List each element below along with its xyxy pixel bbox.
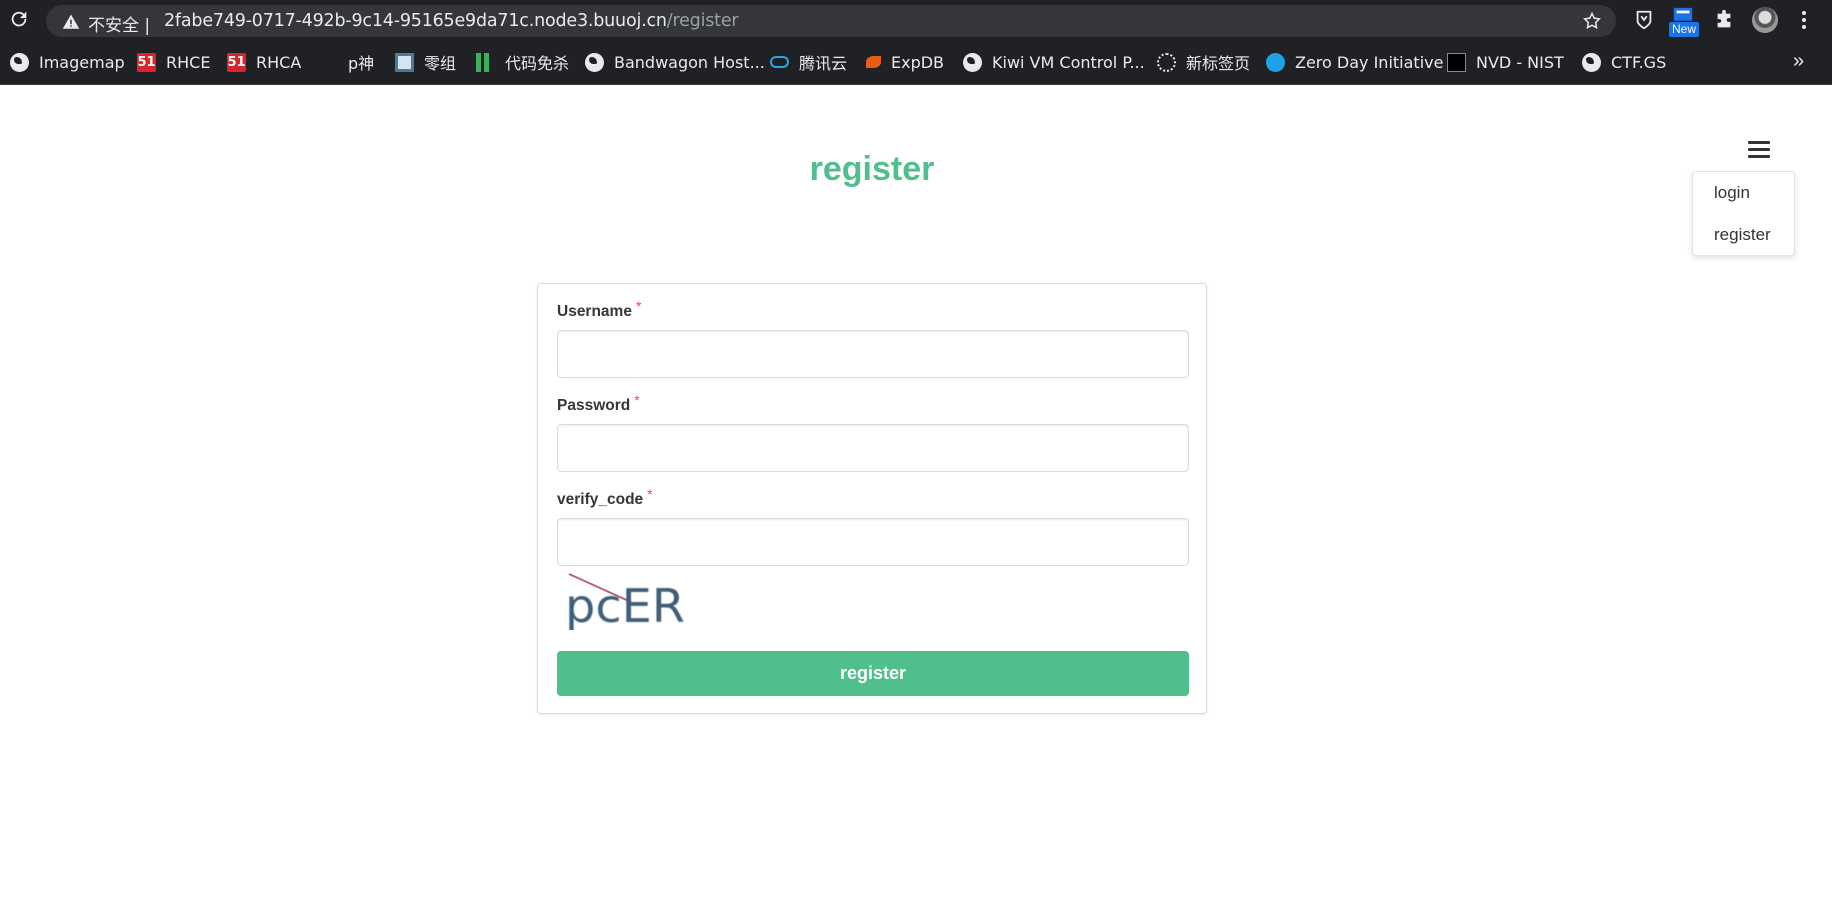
bookmark-rhce[interactable]: 51 RHCE	[137, 52, 210, 72]
required-mark: *	[647, 486, 653, 502]
captcha-text: pcER	[565, 579, 685, 630]
required-mark: *	[635, 298, 642, 314]
51cto-icon: 51	[227, 52, 246, 72]
bookmark-zdi[interactable]: Zero Day Initiative	[1266, 52, 1443, 72]
url-text: 2fabe749-0717-492b-9c14-95165e9da71c.nod…	[164, 11, 739, 31]
required-mark: *	[634, 392, 640, 408]
password-label: Password *	[557, 392, 640, 414]
blank-icon	[319, 53, 338, 72]
password-input[interactable]	[557, 424, 1189, 472]
verify-code-input[interactable]	[557, 518, 1189, 566]
globe-icon	[963, 52, 982, 72]
bookmark-star-icon[interactable]	[1582, 11, 1602, 31]
bookmark-lingzu[interactable]: 零组	[395, 52, 456, 73]
nvd-icon	[1447, 52, 1466, 72]
browser-toolbar: 不安全 | 2fabe749-0717-492b-9c14-95165e9da7…	[0, 0, 1832, 38]
shield-extension-icon[interactable]	[1633, 9, 1655, 31]
51cto-icon: 51	[137, 52, 156, 72]
zdi-icon	[1266, 52, 1285, 72]
address-bar[interactable]: 不安全 | 2fabe749-0717-492b-9c14-95165e9da7…	[46, 5, 1616, 37]
username-input[interactable]	[557, 330, 1189, 378]
expdb-icon	[866, 56, 881, 68]
security-status: 不安全 |	[88, 16, 151, 36]
bookmark-expdb[interactable]: ExpDB	[866, 52, 944, 72]
bookmark-bandwagon[interactable]: Bandwagon Host...	[585, 52, 765, 72]
more-bookmarks-icon[interactable]: »	[1793, 50, 1804, 73]
register-form: Username * Password * verify_code * pcER re…	[537, 283, 1207, 714]
captcha-image: pcER	[565, 573, 685, 630]
green-bars-icon	[476, 52, 495, 72]
browser-menu-icon[interactable]	[1800, 9, 1808, 31]
bookmark-rhca[interactable]: 51 RHCA	[227, 52, 301, 72]
bookmark-daima[interactable]: 代码免杀	[476, 52, 569, 73]
globe-icon	[10, 52, 29, 72]
hamburger-menu-icon[interactable]	[1748, 141, 1770, 159]
register-button[interactable]: register	[557, 651, 1189, 696]
globe-icon	[585, 52, 604, 72]
page-title: register	[809, 150, 935, 188]
bookmark-tencent-cloud[interactable]: 腾讯云	[770, 52, 847, 73]
bookmark-imagemap[interactable]: Imagemap	[10, 52, 125, 72]
menu-item-login[interactable]: login	[1714, 183, 1750, 203]
reload-icon[interactable]	[8, 8, 30, 30]
bookmark-ctf-gs[interactable]: CTF.GS	[1582, 52, 1666, 72]
bookmark-p-shen[interactable]: p神	[319, 52, 374, 73]
profile-avatar[interactable]	[1752, 7, 1778, 33]
tencent-cloud-icon	[770, 56, 789, 68]
lingzu-icon	[395, 52, 414, 72]
menu-item-register[interactable]: register	[1714, 225, 1771, 245]
grid-icon	[1157, 52, 1176, 72]
puzzle-extensions-icon[interactable]	[1713, 9, 1735, 31]
warning-icon[interactable]	[62, 13, 80, 31]
globe-icon	[1582, 52, 1601, 72]
bookmarks-bar: Imagemap 51 RHCE 51 RHCA p神 零组 代码免杀 Bandwa…	[0, 38, 1832, 85]
verify-code-label: verify_code *	[557, 486, 653, 508]
username-label: Username *	[557, 298, 642, 320]
bookmark-new-tab[interactable]: 新标签页	[1157, 52, 1250, 73]
nav-dropdown: login register	[1692, 171, 1795, 256]
new-badge: New	[1669, 22, 1700, 37]
bookmark-nvd[interactable]: NVD - NIST	[1447, 52, 1564, 72]
bookmark-kiwi[interactable]: Kiwi VM Control P...	[963, 52, 1145, 72]
